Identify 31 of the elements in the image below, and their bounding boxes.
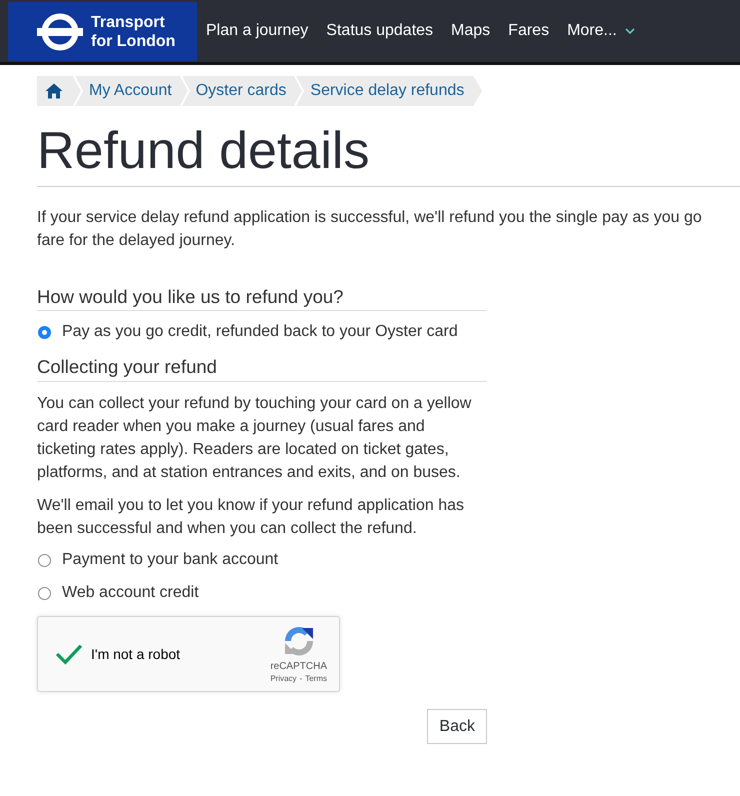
nav-link[interactable]: More...	[558, 22, 644, 40]
nav-link[interactable]: Plan a journey	[197, 22, 318, 40]
breadcrumb-link[interactable]: Service delay refunds	[304, 76, 472, 106]
paragraph-text: We'll email you to let you know if your refund application has been successful and when you can collect the refund.	[37, 496, 465, 539]
breadcrumb-link[interactable]: Oyster cards	[190, 76, 294, 106]
link-separator: -	[300, 672, 302, 684]
question-heading: How would you like us to refund you?	[37, 285, 487, 311]
section-heading: Collecting your refund	[37, 355, 487, 382]
paragraph-text: You can collect your refund by touching your card on a yellow card reader when you make a journey (usual fares and ticketing rates apply). Readers are located on ticket gates, platforms, and at station entrances and exits, and on buses.	[37, 394, 472, 483]
radio-label[interactable]: Pay as you go credit, refunded back to your Oyster card	[62, 323, 458, 341]
checkmark-icon[interactable]	[55, 643, 83, 665]
radio-label[interactable]: Web account credit	[62, 584, 199, 602]
page-title: Refund details	[37, 121, 740, 187]
breadcrumb-link[interactable]: My Account	[83, 76, 180, 106]
terms-link[interactable]: Terms	[305, 672, 327, 684]
back-button[interactable]: Back	[427, 709, 487, 744]
nav-link[interactable]: Fares	[499, 22, 558, 40]
radio-button[interactable]	[38, 586, 51, 600]
nav-link[interactable]: Status updates	[317, 22, 442, 40]
roundel-icon	[37, 12, 83, 50]
circular-arrows-icon	[282, 624, 315, 656]
captcha-brand: reCAPTCHA	[270, 660, 327, 672]
logo-link[interactable]: Transport for London	[8, 2, 197, 61]
captcha-label: I'm not a robot	[91, 646, 180, 662]
nav-link[interactable]: Maps	[442, 22, 500, 40]
radio-label[interactable]: Payment to your bank account	[62, 551, 278, 569]
privacy-link[interactable]: Privacy	[270, 672, 297, 684]
intro-text: If your service delay refund application is successful, we'll refund you the single pay as you go fare for the delayed journey.	[37, 208, 703, 251]
radio-button[interactable]	[38, 326, 51, 338]
radio-button[interactable]	[38, 554, 51, 566]
home-icon	[45, 83, 63, 99]
